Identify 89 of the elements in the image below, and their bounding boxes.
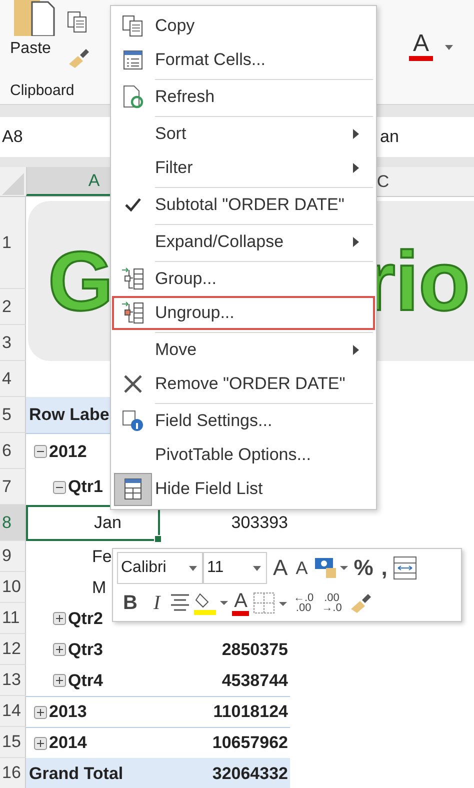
format-button[interactable]: % (352, 555, 376, 581)
row-label: 2013 (49, 702, 87, 722)
formula-value[interactable]: an (380, 127, 399, 147)
row-label: Grand Total (29, 764, 124, 784)
shrink-font-button[interactable]: A (294, 558, 310, 578)
row-number[interactable]: 4 (0, 361, 26, 397)
submenu-arrow-icon (353, 345, 359, 355)
expand-icon[interactable] (53, 643, 66, 656)
collapse-icon[interactable] (53, 480, 66, 494)
value-cell-text: 2850375 (222, 640, 289, 660)
menu-item[interactable]: Group... (112, 259, 375, 296)
align-center-icon[interactable] (170, 593, 190, 613)
row-number[interactable]: 5 (0, 397, 26, 433)
row-number[interactable]: 1 (0, 197, 26, 289)
row-number[interactable]: 10 (0, 572, 26, 603)
row-number[interactable]: 12 (0, 634, 26, 665)
paste-button[interactable]: Paste (6, 0, 56, 58)
decimal-button[interactable]: .00 →.0 (320, 593, 344, 613)
wrap-text-icon[interactable] (393, 556, 418, 580)
menu-item[interactable]: Refresh (112, 77, 375, 114)
menu-item[interactable]: PivotTable Options... (112, 438, 375, 472)
menu-item[interactable]: Field Settings... (112, 401, 375, 438)
expand-icon[interactable] (53, 612, 66, 625)
menu-item[interactable]: Ungroup... (112, 296, 375, 330)
row-number[interactable]: 13 (0, 665, 26, 696)
font-color-button[interactable]: A (408, 32, 434, 61)
collapse-icon[interactable] (34, 445, 47, 458)
field-settings-icon (122, 410, 144, 432)
row-label: Qtr4 (68, 670, 103, 690)
menu-item[interactable]: Expand/Collapse (112, 222, 375, 259)
menu-item[interactable]: Copy (112, 9, 375, 43)
menu-item[interactable]: Remove "ORDER DATE" (112, 367, 375, 401)
decimal-button[interactable]: ←.0 .00 (291, 593, 316, 613)
name-box[interactable]: A8 (2, 127, 102, 147)
borders-icon[interactable] (253, 592, 288, 614)
value-cell-text: 303393 (231, 513, 289, 533)
row-label: Fe (92, 546, 112, 566)
format-button[interactable]: , (379, 555, 390, 581)
row-number[interactable]: 16 (0, 758, 26, 788)
value-cell-text: 11018124 (213, 702, 289, 722)
refresh-icon (122, 85, 144, 109)
menu-item[interactable]: Format Cells... (112, 43, 375, 77)
row-number[interactable]: 3 (0, 325, 26, 361)
row-label: Qtr2 (68, 608, 103, 628)
ungroup-icon (121, 301, 145, 325)
expand-icon[interactable] (34, 706, 47, 718)
menu-item[interactable]: Hide Field List (112, 472, 375, 506)
row-number[interactable]: 11 (0, 603, 26, 634)
row-number[interactable]: 6 (0, 433, 26, 469)
submenu-arrow-icon (353, 129, 359, 139)
menu-item[interactable]: Sort (112, 114, 375, 151)
font-size-field[interactable]: 11 (203, 552, 267, 584)
caret-icon[interactable] (253, 566, 261, 570)
field-list-icon (124, 478, 142, 500)
value-cell-text: 10657962 (212, 733, 289, 753)
menu-item[interactable]: Move (112, 330, 375, 367)
row-number[interactable]: 2 (0, 289, 26, 325)
copy-icon (122, 15, 144, 37)
title-text: G (48, 239, 114, 323)
row-number[interactable]: 9 (0, 541, 26, 572)
row-number[interactable]: 14 (0, 696, 26, 727)
value-cell-text: 4538744 (222, 670, 289, 690)
bold-button[interactable]: B (117, 592, 144, 614)
caret-icon[interactable] (445, 45, 453, 50)
submenu-arrow-icon (353, 163, 359, 173)
close-icon (123, 374, 143, 394)
italic-button[interactable]: I (147, 592, 166, 614)
caret-icon[interactable] (189, 566, 197, 570)
group-icon (121, 267, 145, 291)
row-label: M (92, 578, 106, 598)
font-color-button[interactable]: A (232, 590, 250, 616)
row-label: 2014 (49, 733, 87, 753)
row-number[interactable]: 15 (0, 727, 26, 758)
value-cell-text: 32064332 (212, 764, 289, 784)
row-label: Row Labe (29, 405, 110, 425)
row-number[interactable]: 7 (0, 469, 26, 505)
row-number[interactable]: 8 (0, 505, 26, 541)
row-label: Jan (94, 513, 122, 533)
submenu-arrow-icon (353, 237, 359, 247)
group-label: Clipboard (10, 82, 74, 99)
expand-icon[interactable] (53, 674, 66, 687)
grow-font-button[interactable]: A (271, 555, 290, 581)
format-cells-icon (123, 50, 143, 70)
row-label: Qtr1 (68, 477, 103, 497)
row-label: 2012 (49, 442, 87, 462)
expand-icon[interactable] (34, 736, 47, 750)
font-name-field[interactable]: Calibri (117, 552, 203, 584)
row-label: Qtr3 (68, 640, 103, 660)
money-icon[interactable] (314, 556, 348, 580)
